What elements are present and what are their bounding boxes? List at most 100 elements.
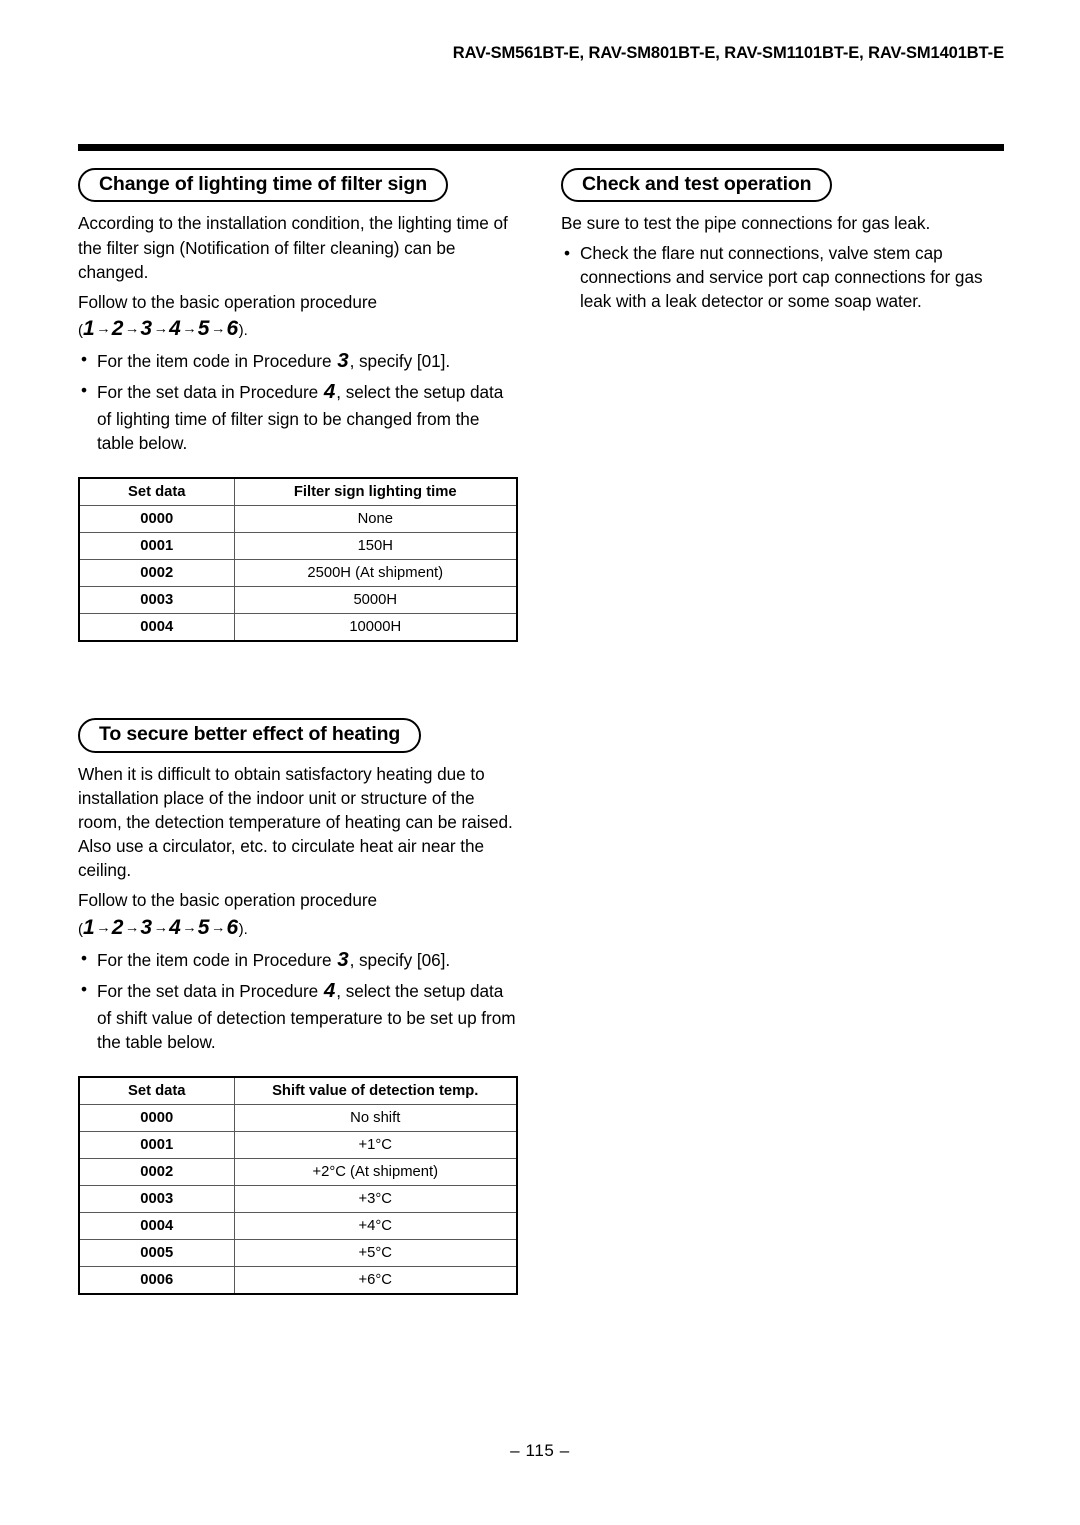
table-row: 0004 10000H [78, 613, 518, 642]
bullet-procedure-number: 4 [323, 380, 336, 404]
cell-set-data: 0006 [78, 1265, 235, 1295]
sequence-step-2: 2 [111, 317, 124, 341]
bullet-procedure-number: 3 [337, 947, 349, 971]
cell-value: 150H [233, 532, 518, 561]
sequence-step-6: 6 [226, 915, 239, 939]
heating-effect-paragraph: When it is difficult to obtain satisfact… [78, 763, 513, 881]
sequence-arrow-icon: → [96, 919, 111, 936]
sequence-step-5: 5 [197, 915, 210, 939]
section-check-test-operation: Check and test operation Be sure to test… [561, 168, 1004, 313]
sequence-step-2: 2 [111, 915, 124, 939]
bullet-procedure-number: 4 [323, 978, 336, 1002]
column-header-value: Filter sign lighting time [233, 477, 518, 507]
table-header-row: Set data Shift value of detection temp. [78, 1076, 518, 1105]
sequence-step-5: 5 [197, 317, 210, 341]
list-item: • For the set data in Procedure 4, select… [78, 977, 516, 1054]
cell-value: 5000H [233, 586, 518, 615]
sequence-arrow-icon: → [153, 321, 169, 338]
check-test-bullet-list: • Check the flare nut connections, valve … [561, 241, 1004, 313]
sequence-step-3: 3 [140, 915, 153, 939]
sequence-arrow-icon: → [182, 919, 197, 936]
section-heading-check-test-operation: Check and test operation [561, 168, 833, 203]
sequence-arrow-icon: → [153, 919, 169, 936]
table-row: 0003 +3°C [78, 1184, 518, 1213]
sequence-step-6: 6 [226, 317, 239, 341]
bullet-text-before: Check the flare nut connections, valve s… [580, 242, 983, 311]
cell-value: +6°C [233, 1265, 518, 1295]
sequence-arrow-icon: → [210, 919, 226, 936]
header-divider-rule [78, 144, 1004, 151]
left-column: Change of lighting time of filter sign A… [78, 168, 518, 1295]
sequence-step-3: 3 [140, 317, 153, 341]
cell-value: +3°C [233, 1184, 518, 1213]
table-row: 0002 2500H (At shipment) [78, 559, 518, 588]
cell-value: 2500H (At shipment) [233, 559, 518, 588]
sequence-step-1: 1 [83, 915, 96, 939]
list-item: • Check the flare nut connections, valve … [561, 241, 1004, 313]
check-test-paragraph: Be sure to test the pipe connections for… [561, 213, 931, 234]
table-row: 0000 None [78, 505, 518, 534]
cell-set-data: 0003 [78, 586, 235, 615]
bullet-dot-icon: • [81, 349, 87, 370]
bullet-dot-icon: • [81, 947, 87, 968]
page-running-header: RAV-SM561BT-E, RAV-SM801BT-E, RAV-SM1101… [452, 44, 1004, 62]
sequence-close-paren: ). [238, 322, 248, 340]
bullet-dot-icon: • [81, 380, 87, 401]
bullet-text-before: For the set data in Procedure [97, 980, 323, 1001]
filter-sign-follow-text: Follow to the basic operation procedure [78, 291, 378, 312]
heating-shift-table: Set data Shift value of detection temp. … [78, 1075, 518, 1295]
column-header-value: Shift value of detection temp. [233, 1076, 518, 1105]
list-item: • For the item code in Procedure 3, speci… [78, 347, 516, 376]
right-column: Check and test operation Be sure to test… [561, 168, 1004, 313]
sequence-close-paren: ). [238, 920, 248, 938]
cell-value: +2°C (At shipment) [233, 1157, 518, 1186]
cell-set-data: 0000 [78, 505, 235, 534]
list-item: • For the set data in Procedure 4, select… [78, 378, 516, 455]
bullet-text-before: For the item code in Procedure [97, 351, 337, 372]
cell-set-data: 0002 [78, 1157, 235, 1186]
cell-set-data: 0001 [78, 532, 235, 561]
sequence-arrow-icon: → [96, 321, 111, 338]
table-row: 0004 +4°C [78, 1211, 518, 1240]
cell-value: No shift [233, 1103, 518, 1132]
section-heading-heating-effect: To secure better effect of heating [78, 718, 422, 753]
heating-effect-follow-text: Follow to the basic operation procedure [78, 890, 378, 911]
sequence-step-1: 1 [83, 317, 96, 341]
cell-set-data: 0001 [78, 1130, 235, 1159]
table-header-row: Set data Filter sign lighting time [78, 477, 518, 507]
sequence-arrow-icon: → [124, 321, 140, 338]
cell-set-data: 0005 [78, 1238, 235, 1267]
sequence-step-4: 4 [169, 915, 182, 939]
column-header-set-data: Set data [78, 477, 235, 507]
sequence-arrow-icon: → [182, 321, 197, 338]
section-heating-effect: To secure better effect of heating When … [78, 718, 518, 1295]
cell-set-data: 0004 [78, 613, 235, 642]
cell-set-data: 0002 [78, 559, 235, 588]
heating-effect-bullet-list: • For the item code in Procedure 3, speci… [78, 946, 516, 1054]
cell-set-data: 0003 [78, 1184, 235, 1213]
cell-value: 10000H [233, 613, 518, 642]
table-row: 0003 5000H [78, 586, 518, 615]
list-item: • For the item code in Procedure 3, speci… [78, 946, 516, 975]
table-row: 0006 +6°C [78, 1265, 518, 1295]
cell-value: +5°C [233, 1238, 518, 1267]
section-filter-sign: Change of lighting time of filter sign A… [78, 168, 518, 643]
sequence-arrow-icon: → [210, 321, 226, 338]
filter-sign-procedure-sequence: (1→2→3→4→5→6). [78, 315, 516, 342]
cell-value: None [233, 505, 518, 534]
bullet-text-before: For the item code in Procedure [97, 949, 337, 970]
table-row: 0001 150H [78, 532, 518, 561]
filter-sign-paragraph: According to the installation condition,… [78, 213, 508, 282]
bullet-dot-icon: • [564, 242, 570, 263]
filter-sign-table: Set data Filter sign lighting time 0000 … [78, 477, 518, 643]
cell-value: +1°C [233, 1130, 518, 1159]
bullet-text-after: , specify [01]. [349, 351, 451, 372]
table-row: 0002 +2°C (At shipment) [78, 1157, 518, 1186]
table-row: 0001 +1°C [78, 1130, 518, 1159]
bullet-text-after: , specify [06]. [349, 949, 451, 970]
page-number: – 115 – [510, 1441, 570, 1460]
heating-effect-procedure-sequence: (1→2→3→4→5→6). [78, 914, 516, 941]
cell-set-data: 0000 [78, 1103, 235, 1132]
sequence-arrow-icon: → [124, 919, 140, 936]
